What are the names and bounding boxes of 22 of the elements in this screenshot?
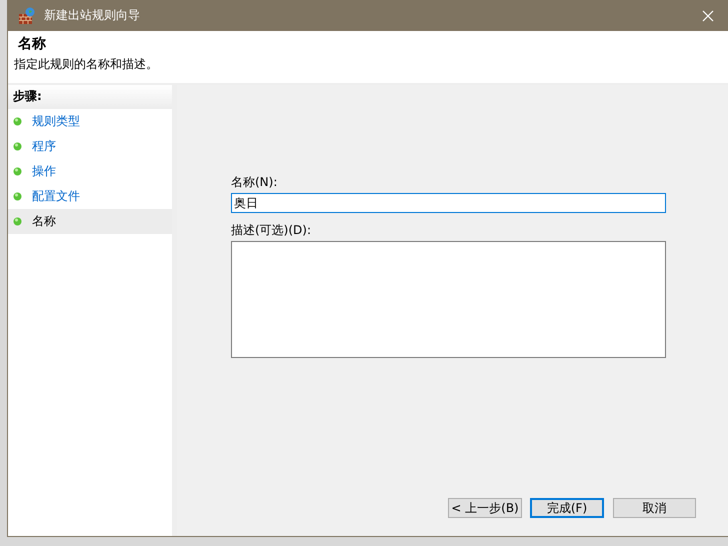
window-title: 新建出站规则向导	[44, 7, 140, 24]
step-item[interactable]: 操作	[8, 159, 172, 184]
bullet-dot-icon	[13, 117, 22, 126]
name-field[interactable]: 奥日	[231, 193, 666, 213]
name-label: 名称(N):	[231, 174, 278, 190]
bullet-dot-icon	[13, 217, 22, 226]
step-item[interactable]: 名称	[8, 209, 172, 234]
step-item[interactable]: 配置文件	[8, 184, 172, 209]
brick-wall-globe-icon	[18, 6, 36, 24]
close-icon	[702, 10, 714, 22]
step-item[interactable]: 规则类型	[8, 109, 172, 134]
page-heading: 名称	[18, 35, 47, 53]
wizard-button[interactable]: 取消	[613, 498, 696, 518]
page-description: 指定此规则的名称和描述。	[14, 56, 159, 73]
step-item[interactable]: 程序	[8, 134, 172, 159]
wizard-button[interactable]: 完成(F)	[530, 498, 604, 518]
bullet-dot-icon	[13, 142, 22, 151]
description-label: 描述(可选)(D):	[231, 222, 312, 238]
wizard-button[interactable]: < 上一步(B)	[448, 498, 522, 518]
bullet-dot-icon	[13, 167, 22, 176]
description-field[interactable]	[231, 241, 666, 358]
bullet-dot-icon	[13, 192, 22, 201]
